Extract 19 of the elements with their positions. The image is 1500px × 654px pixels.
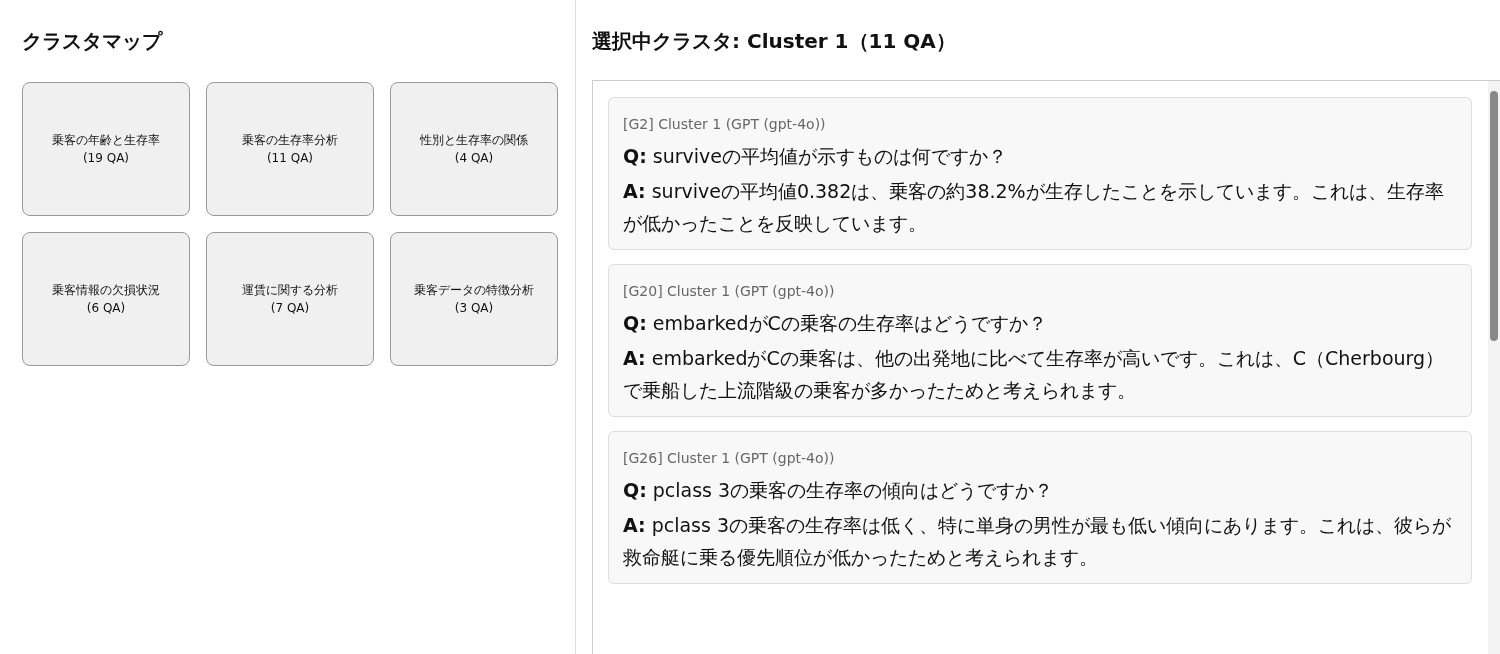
answer-text: A: surviveの平均値0.382は、乗客の約38.2%が生存したことを示しています。これは、生存率が低かったことを反映しています。 — [623, 179, 1445, 236]
question-text: Q: surviveの平均値が示すものは何ですか？ — [623, 144, 1008, 169]
question-text: Q: embarkedがCの乗客の生存率はどうですか？ — [623, 311, 1048, 336]
cluster-tile[interactable]: 性別と生存率の関係 (4 QA) — [390, 82, 558, 216]
question-text: Q: pclass 3の乗客の生存率の傾向はどうですか？ — [623, 478, 1055, 503]
scrollbar-thumb[interactable] — [1490, 91, 1498, 341]
cluster-tile[interactable]: 運賃に関する分析 (7 QA) — [206, 232, 374, 366]
panel-title: クラスタマップ — [22, 28, 164, 55]
answer-text: A: pclass 3の乗客の生存率は低く、特に単身の男性が最も低い傾向にあります。これは、彼らが救命艇に乗る優先順位が低かったためと考えられます。 — [623, 513, 1453, 570]
qa-source: [G2] Cluster 1 (GPT (gpt-4o)) — [623, 115, 827, 134]
cluster-tile[interactable]: 乗客の年齢と生存率 (19 QA) — [22, 82, 190, 216]
scrollbar[interactable] — [1488, 81, 1500, 654]
cluster-tile[interactable]: 乗客情報の欠損状況 (6 QA) — [22, 232, 190, 366]
qa-source: [G20] Cluster 1 (GPT (gpt-4o)) — [623, 282, 836, 301]
panel-title: 選択中クラスタ: Cluster 1（11 QA） — [592, 28, 957, 55]
answer-text: A: embarkedがCの乗客は、他の出発地に比べて生存率が高いです。これは、C（Cherbourg）で乗船した上流階級の乗客が多かったためと考えられます。 — [623, 346, 1446, 403]
cluster-tile[interactable]: 乗客の生存率分析 (11 QA) — [206, 82, 374, 216]
cluster-tile[interactable]: 乗客データの特徴分析 (3 QA) — [390, 232, 558, 366]
qa-source: [G26] Cluster 1 (GPT (gpt-4o)) — [623, 449, 836, 468]
